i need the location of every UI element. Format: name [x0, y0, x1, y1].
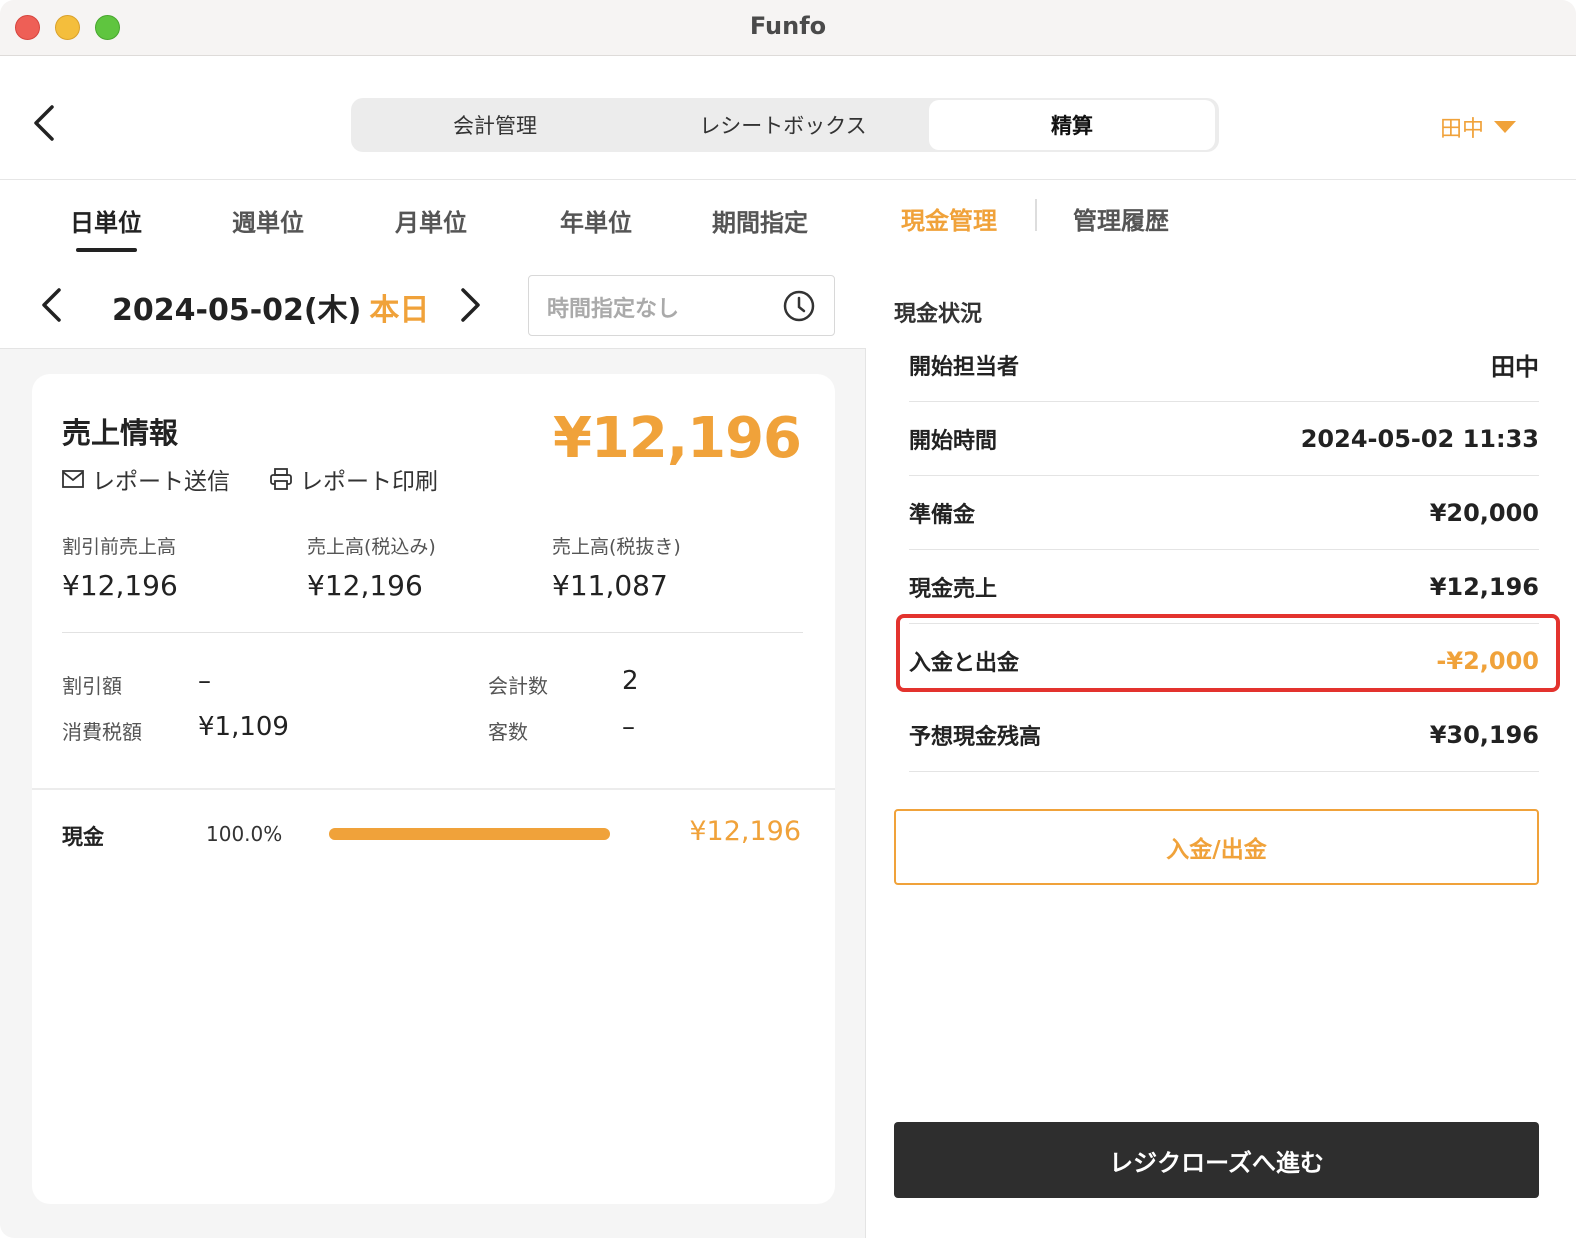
- chevron-left-icon: [34, 105, 54, 141]
- stat-gross-sales: 割引前売上高 ¥12,196: [62, 532, 178, 602]
- divider: [62, 632, 803, 633]
- date-navigator: 2024-05-02(木) 本日 時間指定なし: [0, 265, 866, 349]
- print-report-label: レポート印刷: [300, 469, 438, 495]
- row-label: 予想現金残高: [909, 724, 1042, 750]
- payment-method-label: 現金: [62, 825, 104, 849]
- stat-label: 割引前売上高: [62, 536, 177, 558]
- sales-info-card: 売上情報 ¥12,196 レポート送信 レポート印刷 割引前売上高 ¥12,19…: [32, 374, 835, 1204]
- tab-receipt-box[interactable]: レシートボックス: [637, 100, 929, 150]
- tab-custom-range[interactable]: 期間指定: [690, 203, 830, 238]
- customers-label: 客数: [488, 720, 528, 744]
- row-label: 開始時間: [909, 428, 998, 454]
- previous-date-button[interactable]: [36, 285, 66, 325]
- back-button[interactable]: [26, 103, 62, 143]
- transactions-label: 会計数: [488, 674, 548, 698]
- tax-label: 消費税額: [62, 720, 142, 744]
- stat-value: ¥12,196: [307, 569, 423, 602]
- title-bar: Funfo: [0, 0, 1576, 56]
- cash-row-start-time: 開始時間 2024-05-02 11:33: [909, 402, 1539, 476]
- today-label: 本日: [369, 293, 430, 328]
- cash-row-cash-sales: 現金売上 ¥12,196: [909, 550, 1539, 624]
- cash-status-title: 現金状況: [894, 302, 983, 327]
- row-value: ¥30,196: [1429, 720, 1539, 749]
- period-tabs: 日単位 週単位 月単位 年単位 期間指定: [0, 181, 866, 265]
- print-report-button[interactable]: レポート印刷: [270, 462, 438, 496]
- payment-percent: 100.0%: [206, 822, 283, 846]
- register-close-button[interactable]: レジクローズへ進む: [894, 1122, 1539, 1198]
- tab-monthly[interactable]: 月単位: [361, 203, 501, 238]
- chevron-right-icon: [461, 288, 480, 322]
- customers-value: –: [622, 712, 635, 742]
- stat-value: ¥12,196: [62, 569, 178, 602]
- tab-daily[interactable]: 日単位: [36, 203, 176, 238]
- row-value: 2024-05-02 11:33: [1300, 424, 1539, 453]
- sales-panel: 日単位 週単位 月単位 年単位 期間指定 2024-05-02(木) 本日 時間…: [0, 181, 866, 1238]
- stat-sales-tax-incl: 売上高(税込み) ¥12,196: [307, 532, 436, 602]
- send-report-label: レポート送信: [92, 469, 230, 495]
- tab-cash-management[interactable]: 現金管理: [901, 201, 997, 236]
- payment-progress-fill: [329, 828, 610, 840]
- user-menu[interactable]: 田中: [1440, 111, 1516, 143]
- chevron-left-icon: [42, 288, 61, 322]
- row-value: ¥12,196: [1429, 572, 1539, 601]
- mail-icon: [62, 470, 84, 488]
- row-value: 田中: [1491, 353, 1539, 381]
- stat-label: 売上高(税抜き): [552, 536, 681, 558]
- top-nav: 会計管理 レシートボックス 精算 田中: [0, 57, 1576, 180]
- stat-value: ¥11,087: [552, 569, 668, 602]
- user-name: 田中: [1439, 117, 1484, 142]
- cash-row-expected-balance: 予想現金残高 ¥30,196: [909, 698, 1539, 772]
- next-date-button[interactable]: [456, 285, 486, 325]
- tab-management-history[interactable]: 管理履歴: [1073, 201, 1169, 236]
- row-value: ¥20,000: [1429, 498, 1539, 527]
- caret-down-icon: [1494, 121, 1516, 133]
- cash-row-float: 準備金 ¥20,000: [909, 476, 1539, 550]
- transactions-value: 2: [622, 666, 639, 696]
- discount-value: –: [198, 666, 211, 696]
- tab-yearly[interactable]: 年単位: [526, 203, 666, 238]
- tab-weekly[interactable]: 週単位: [198, 203, 338, 238]
- cash-row-start-staff: 開始担当者 田中: [909, 328, 1539, 402]
- payment-amount: ¥12,196: [689, 816, 801, 847]
- highlight-box: [896, 614, 1560, 692]
- window-title: Funfo: [749, 12, 827, 40]
- time-filter-input[interactable]: 時間指定なし: [528, 275, 835, 336]
- divider: [32, 788, 835, 790]
- printer-icon: [270, 468, 292, 490]
- tab-settlement[interactable]: 精算: [929, 100, 1215, 150]
- cash-in-out-button[interactable]: 入金/出金: [894, 809, 1539, 885]
- tab-accounting[interactable]: 会計管理: [353, 100, 637, 150]
- payment-progress-bar: [329, 828, 610, 840]
- sales-info-title: 売上情報: [62, 416, 179, 450]
- clock-icon: [783, 290, 815, 322]
- tab-separator: [1035, 199, 1037, 231]
- stat-sales-tax-excl: 売上高(税抜き) ¥11,087: [552, 532, 681, 602]
- main-tabs: 会計管理 レシートボックス 精算: [351, 98, 1219, 152]
- time-filter-placeholder: 時間指定なし: [547, 297, 680, 322]
- sales-total: ¥12,196: [552, 406, 802, 471]
- app-window: Funfo 会計管理 レシートボックス 精算 田中 日単位 週単位 月単位 年単…: [0, 0, 1576, 1238]
- send-report-button[interactable]: レポート送信: [62, 462, 230, 496]
- active-tab-indicator: [76, 248, 137, 252]
- row-label: 現金売上: [909, 576, 998, 602]
- stat-label: 売上高(税込み): [307, 536, 436, 558]
- discount-label: 割引額: [62, 674, 122, 698]
- row-label: 準備金: [909, 502, 976, 528]
- selected-date: 2024-05-02(木) 本日: [112, 285, 429, 329]
- date-value: 2024-05-02(木): [112, 293, 362, 328]
- row-label: 開始担当者: [909, 354, 1020, 380]
- cash-panel: 現金管理 管理履歴 現金状況 開始担当者 田中 開始時間 2024-05-02 …: [866, 181, 1576, 1238]
- tax-value: ¥1,109: [198, 712, 289, 742]
